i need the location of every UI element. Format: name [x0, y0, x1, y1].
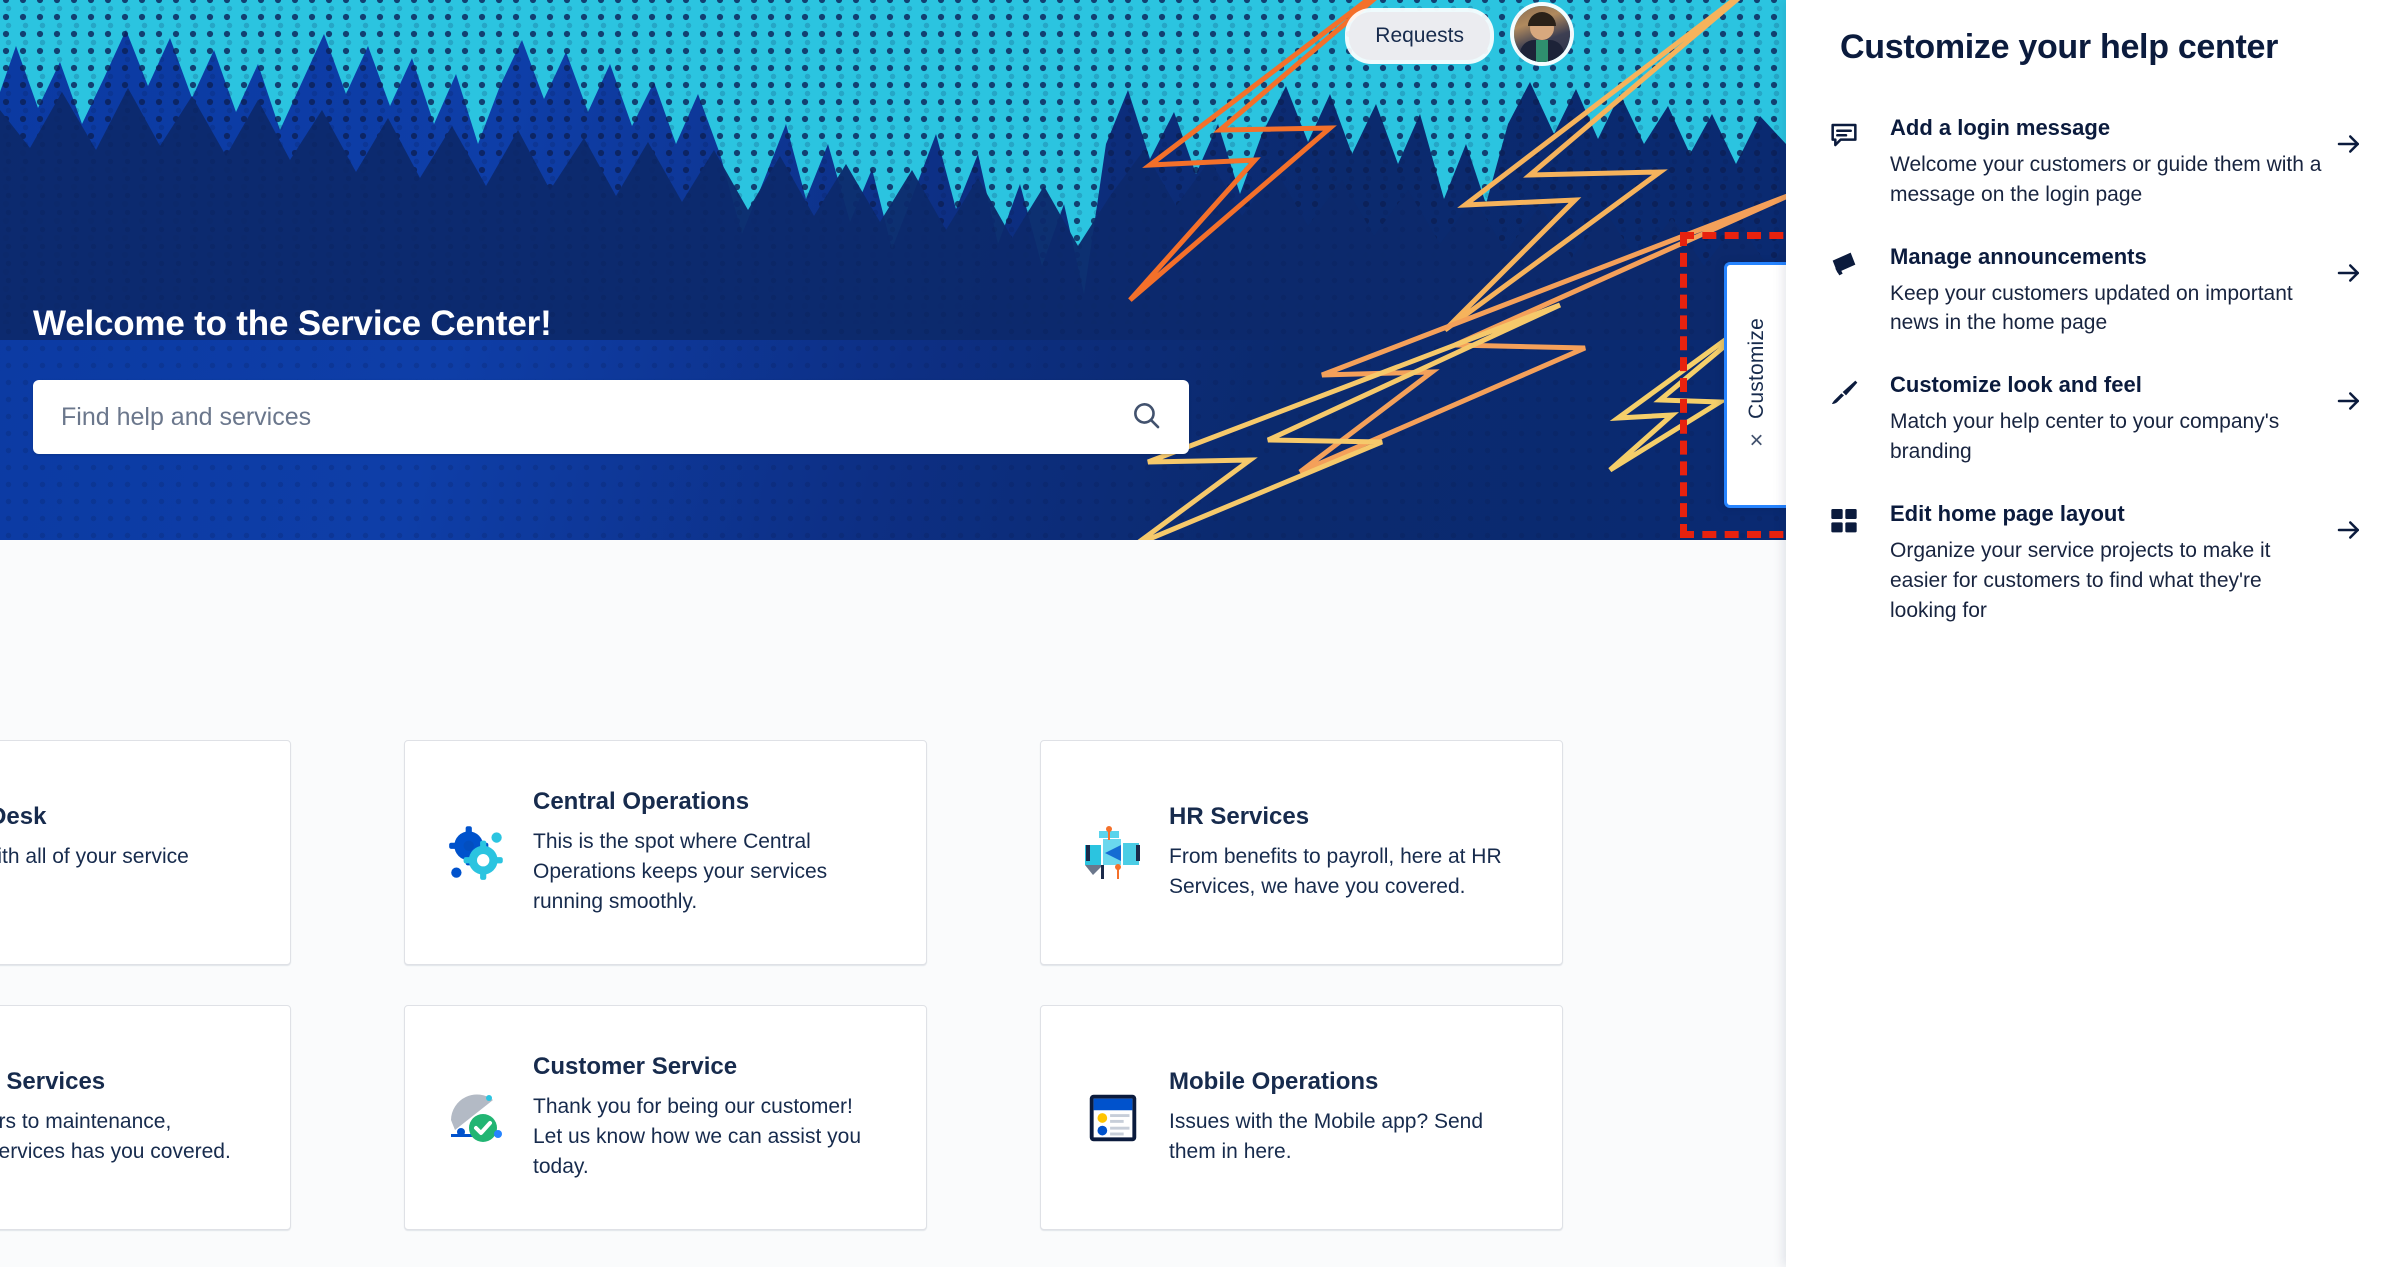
customize-tab-label: Customize	[1744, 317, 1768, 419]
card-title: HR Services	[1169, 803, 1310, 831]
panel-item-text: Customize look and feel Match your help …	[1890, 372, 2362, 467]
card-description: Get help with all of your service needs.	[0, 845, 189, 869]
card-title: Facilities Services	[0, 1068, 106, 1096]
panel-item-text: Edit home page layout Organize your serv…	[1890, 501, 2362, 625]
card-description: This is the spot where Central Operation…	[533, 830, 828, 913]
service-card[interactable]: Facilities Services From repairs to main…	[0, 1005, 291, 1230]
service-card[interactable]: HR Services From benefits to payroll, he…	[1040, 740, 1563, 965]
screen: Welcome to the Service Center! Requests	[0, 0, 2400, 1267]
panel-item-text: Manage announcements Keep your customers…	[1890, 244, 2362, 339]
check-shield-icon	[435, 1086, 519, 1150]
search-button[interactable]	[1103, 380, 1189, 454]
panel-item-title: Customize look and feel	[1890, 372, 2142, 398]
panel-item-customize-look-and-feel[interactable]: Customize look and feel Match your help …	[1824, 372, 2362, 501]
megaphone-icon	[1824, 244, 1890, 280]
arrow-right-icon[interactable]	[2332, 384, 2366, 418]
card-title: Central Operations	[533, 788, 750, 816]
card-body: Facilities Services From repairs to main…	[0, 1068, 247, 1167]
panel-item-title: Manage announcements	[1890, 243, 2147, 269]
hero-banner: Welcome to the Service Center! Requests	[0, 0, 1786, 540]
avatar[interactable]	[1514, 6, 1570, 62]
card-description: Thank you for being our customer! Let us…	[533, 1095, 862, 1178]
service-card[interactable]: Service Desk Get help with all of your s…	[0, 740, 291, 965]
panel-title: Customize your help center	[1840, 28, 2279, 66]
service-card[interactable]: Mobile Operations Issues with the Mobile…	[1040, 1005, 1563, 1230]
panel-item-description: Keep your customers updated on important…	[1890, 281, 2293, 335]
comment-icon	[1824, 115, 1890, 151]
avatar-hair	[1528, 12, 1556, 26]
help-center-page: Welcome to the Service Center! Requests	[0, 0, 1786, 1267]
customize-panel: Customize your help center Add a login m…	[1786, 0, 2400, 1267]
paintbrush-icon	[1824, 372, 1890, 408]
service-card-grid: Service Desk Get help with all of your s…	[0, 740, 1768, 1267]
card-row: Service Desk Get help with all of your s…	[0, 740, 1768, 965]
panel-item-title: Edit home page layout	[1890, 500, 2125, 526]
panel-item-add-login-message[interactable]: Add a login message Welcome your custome…	[1824, 115, 2362, 244]
card-body: Service Desk Get help with all of your s…	[0, 803, 247, 902]
panel-item-description: Match your help center to your company's…	[1890, 410, 2280, 464]
panel-item-description: Welcome your customers or guide them wit…	[1890, 153, 2322, 206]
grid-icon	[1824, 501, 1890, 537]
service-card[interactable]: Central Operations This is the spot wher…	[404, 740, 927, 965]
service-card[interactable]: Customer Service Thank you for being our…	[404, 1005, 927, 1230]
card-body: Mobile Operations Issues with the Mobile…	[1155, 1068, 1519, 1167]
card-description: From benefits to payroll, here at HR Ser…	[1169, 845, 1502, 898]
close-icon[interactable]: ×	[1749, 428, 1763, 453]
search-input[interactable]	[33, 402, 1103, 432]
card-description: Issues with the Mobile app? Send them in…	[1169, 1110, 1484, 1163]
card-title: Mobile Operations	[1169, 1068, 1379, 1096]
panel-item-title: Add a login message	[1890, 115, 2111, 140]
customize-side-tab[interactable]: Customize ×	[1724, 262, 1786, 508]
hero-content: Welcome to the Service Center! Requests	[0, 0, 1786, 540]
arrow-right-icon[interactable]	[2332, 127, 2366, 161]
panel-item-edit-home-page-layout[interactable]: Edit home page layout Organize your serv…	[1824, 501, 2362, 659]
card-description: From repairs to maintenance, Facilities …	[0, 1110, 231, 1163]
card-body: Central Operations This is the spot wher…	[519, 788, 883, 916]
panel-item-description: Organize your service projects to make i…	[1890, 538, 2271, 622]
avatar-shirt	[1536, 40, 1548, 62]
arrow-right-icon[interactable]	[2332, 513, 2366, 547]
card-row: Facilities Services From repairs to main…	[0, 1005, 1768, 1230]
people-icon	[1071, 821, 1155, 885]
card-body: Customer Service Thank you for being our…	[519, 1053, 883, 1181]
card-body: HR Services From benefits to payroll, he…	[1155, 803, 1519, 902]
panel-item-list: Add a login message Welcome your custome…	[1824, 115, 2362, 659]
search-bar[interactable]	[33, 380, 1189, 454]
panel-item-manage-announcements[interactable]: Manage announcements Keep your customers…	[1824, 244, 2362, 373]
arrow-right-icon[interactable]	[2332, 256, 2366, 290]
card-title: Customer Service	[533, 1053, 738, 1081]
card-title: Service Desk	[0, 803, 47, 831]
mobile-icon	[1071, 1087, 1155, 1149]
gears-icon	[435, 820, 519, 886]
requests-button[interactable]: Requests	[1349, 12, 1490, 60]
panel-item-text: Add a login message Welcome your custome…	[1890, 115, 2362, 210]
search-icon	[1130, 399, 1163, 435]
page-title: Welcome to the Service Center!	[33, 304, 552, 343]
